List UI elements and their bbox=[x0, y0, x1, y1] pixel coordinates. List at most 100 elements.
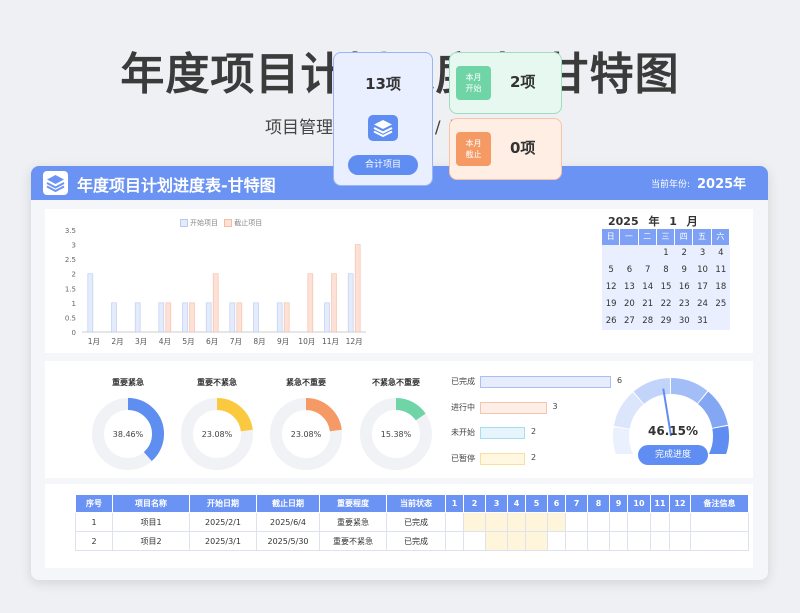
calendar-day[interactable]: 16 bbox=[675, 279, 693, 296]
calendar-day[interactable]: 4 bbox=[712, 245, 730, 262]
year-value: 2025年 bbox=[697, 177, 747, 192]
bar-start bbox=[182, 302, 188, 333]
table-header-cell[interactable]: 6 bbox=[547, 494, 566, 513]
donut-title: 不紧急不重要 bbox=[372, 378, 420, 387]
table-header-row: 序号 项目名称 开始日期 截止日期 重要程度 当前状态 1 2 3 4 5 6 7 8 9 10 11 12 备注信… bbox=[75, 494, 749, 513]
layers-icon bbox=[43, 171, 68, 195]
table-header-cell[interactable]: 5 bbox=[525, 494, 548, 513]
calendar-day[interactable]: 3 bbox=[693, 245, 711, 262]
calendar-day[interactable]: 7 bbox=[639, 262, 657, 279]
table-row[interactable]: 2 项目2 2025/3/1 2025/5/30 重要不紧急 已完成 bbox=[75, 531, 749, 551]
bar-due bbox=[307, 273, 314, 333]
table-header-cell[interactable]: 9 bbox=[609, 494, 628, 513]
calendar-day[interactable]: 20 bbox=[620, 296, 638, 313]
total-projects-button[interactable]: 合计项目 bbox=[348, 155, 418, 175]
progress-gauge bbox=[613, 378, 729, 454]
calendar-day[interactable]: 21 bbox=[639, 296, 657, 313]
gantt-month-cell bbox=[485, 512, 508, 532]
table-header-cell[interactable]: 1 bbox=[445, 494, 464, 513]
table-header-cell[interactable]: 11 bbox=[650, 494, 670, 513]
calendar-day[interactable]: 2 bbox=[675, 245, 693, 262]
table-header-cell[interactable]: 7 bbox=[565, 494, 588, 513]
status-label: 未开始 bbox=[451, 428, 475, 437]
table-cell: 1 bbox=[75, 512, 113, 532]
calendar-day[interactable]: 25 bbox=[712, 296, 730, 313]
table-cell: 项目1 bbox=[112, 512, 190, 532]
calendar-day[interactable]: 24 bbox=[693, 296, 711, 313]
table-cell: 项目2 bbox=[112, 531, 190, 551]
table-header-cell[interactable]: 12 bbox=[669, 494, 691, 513]
x-tick-label: 1月 bbox=[88, 337, 100, 346]
due-count: 0项 bbox=[510, 139, 536, 157]
table-cell: 已完成 bbox=[386, 512, 446, 532]
table-header-cell[interactable]: 重要程度 bbox=[319, 494, 387, 513]
due-badge-line2: 截止 bbox=[465, 150, 482, 159]
calendar-weekday: 五 bbox=[693, 229, 712, 245]
status-value: 2 bbox=[531, 427, 537, 436]
bar-start bbox=[253, 302, 259, 333]
calendar-day[interactable]: 6 bbox=[620, 262, 638, 279]
calendar-day[interactable]: 13 bbox=[620, 279, 638, 296]
calendar-day[interactable]: 19 bbox=[602, 296, 620, 313]
calendar-day[interactable]: 9 bbox=[675, 262, 693, 279]
table-header-cell[interactable]: 开始日期 bbox=[189, 494, 257, 513]
calendar-day[interactable]: 29 bbox=[657, 313, 675, 330]
gantt-month-cell bbox=[445, 512, 464, 532]
table-header-cell[interactable]: 4 bbox=[507, 494, 526, 513]
calendar-day[interactable]: 26 bbox=[602, 313, 620, 330]
table-header-cell[interactable]: 当前状态 bbox=[386, 494, 446, 513]
calendar-weekday: 三 bbox=[657, 229, 676, 245]
gauge-segment bbox=[708, 425, 729, 454]
calendar-day[interactable]: 11 bbox=[712, 262, 730, 279]
calendar-day[interactable]: 12 bbox=[602, 279, 620, 296]
gantt-month-cell bbox=[565, 512, 588, 532]
x-tick-label: 2月 bbox=[111, 337, 123, 346]
gantt-month-cell bbox=[587, 512, 610, 532]
bar-start bbox=[324, 302, 330, 333]
calendar-day[interactable]: 5 bbox=[602, 262, 620, 279]
calendar-day[interactable]: 28 bbox=[639, 313, 657, 330]
calendar-week: 19 20 21 22 23 24 25 bbox=[602, 296, 730, 313]
calendar-day[interactable]: 8 bbox=[657, 262, 675, 279]
table-header-cell[interactable]: 3 bbox=[485, 494, 508, 513]
y-tick-label: 2.5 bbox=[65, 256, 76, 264]
calendar-week: 1234 bbox=[602, 245, 730, 262]
table-header-cell[interactable]: 序号 bbox=[75, 494, 113, 513]
table-header-cell[interactable]: 项目名称 bbox=[112, 494, 190, 513]
calendar-day[interactable]: 30 bbox=[675, 313, 693, 330]
table-header-cell[interactable]: 截止日期 bbox=[256, 494, 320, 513]
x-tick-label: 10月 bbox=[298, 337, 315, 346]
table-header-cell[interactable]: 2 bbox=[463, 494, 486, 513]
gantt-month-cell bbox=[650, 531, 670, 551]
calendar-day[interactable]: 23 bbox=[675, 296, 693, 313]
calendar-day[interactable]: 27 bbox=[620, 313, 638, 330]
calendar-day[interactable]: 1 bbox=[657, 245, 675, 262]
gantt-month-cell bbox=[445, 531, 464, 551]
calendar-day[interactable]: 17 bbox=[693, 279, 711, 296]
calendar-day[interactable]: 14 bbox=[639, 279, 657, 296]
table-row[interactable]: 1 项目1 2025/2/1 2025/6/4 重要紧急 已完成 bbox=[75, 512, 749, 532]
table-header-cell[interactable]: 备注信息 bbox=[690, 494, 749, 513]
table-header-cell[interactable]: 8 bbox=[587, 494, 610, 513]
header-title: 年度项目计划进度表-甘特图 bbox=[77, 176, 276, 195]
table-cell: 重要不紧急 bbox=[319, 531, 387, 551]
calendar-day[interactable]: 18 bbox=[712, 279, 730, 296]
calendar-day[interactable]: 31 bbox=[693, 313, 711, 330]
calendar-day[interactable]: 15 bbox=[657, 279, 675, 296]
table-header-cell[interactable]: 10 bbox=[627, 494, 651, 513]
table-body: 1 项目1 2025/2/1 2025/6/4 重要紧急 已完成 2 项目2 2025/3/1 2… bbox=[75, 512, 749, 551]
y-tick-label: 0 bbox=[72, 329, 76, 337]
started-badge-line2: 开始 bbox=[465, 84, 482, 93]
calendar-day[interactable]: 10 bbox=[693, 262, 711, 279]
calendar-title: 2025 年 1 月 bbox=[608, 215, 698, 228]
bar-due bbox=[331, 273, 337, 333]
table-cell: 2025/2/1 bbox=[189, 512, 257, 532]
calendar-day bbox=[620, 245, 638, 262]
calendar-day[interactable]: 22 bbox=[657, 296, 675, 313]
gantt-month-cell bbox=[669, 512, 691, 532]
gantt-month-cell bbox=[565, 531, 588, 551]
progress-button[interactable]: 完成进度 bbox=[638, 445, 708, 465]
importance-donut: 23.08% bbox=[181, 398, 253, 470]
note-cell[interactable] bbox=[690, 531, 749, 551]
note-cell[interactable] bbox=[690, 512, 749, 532]
